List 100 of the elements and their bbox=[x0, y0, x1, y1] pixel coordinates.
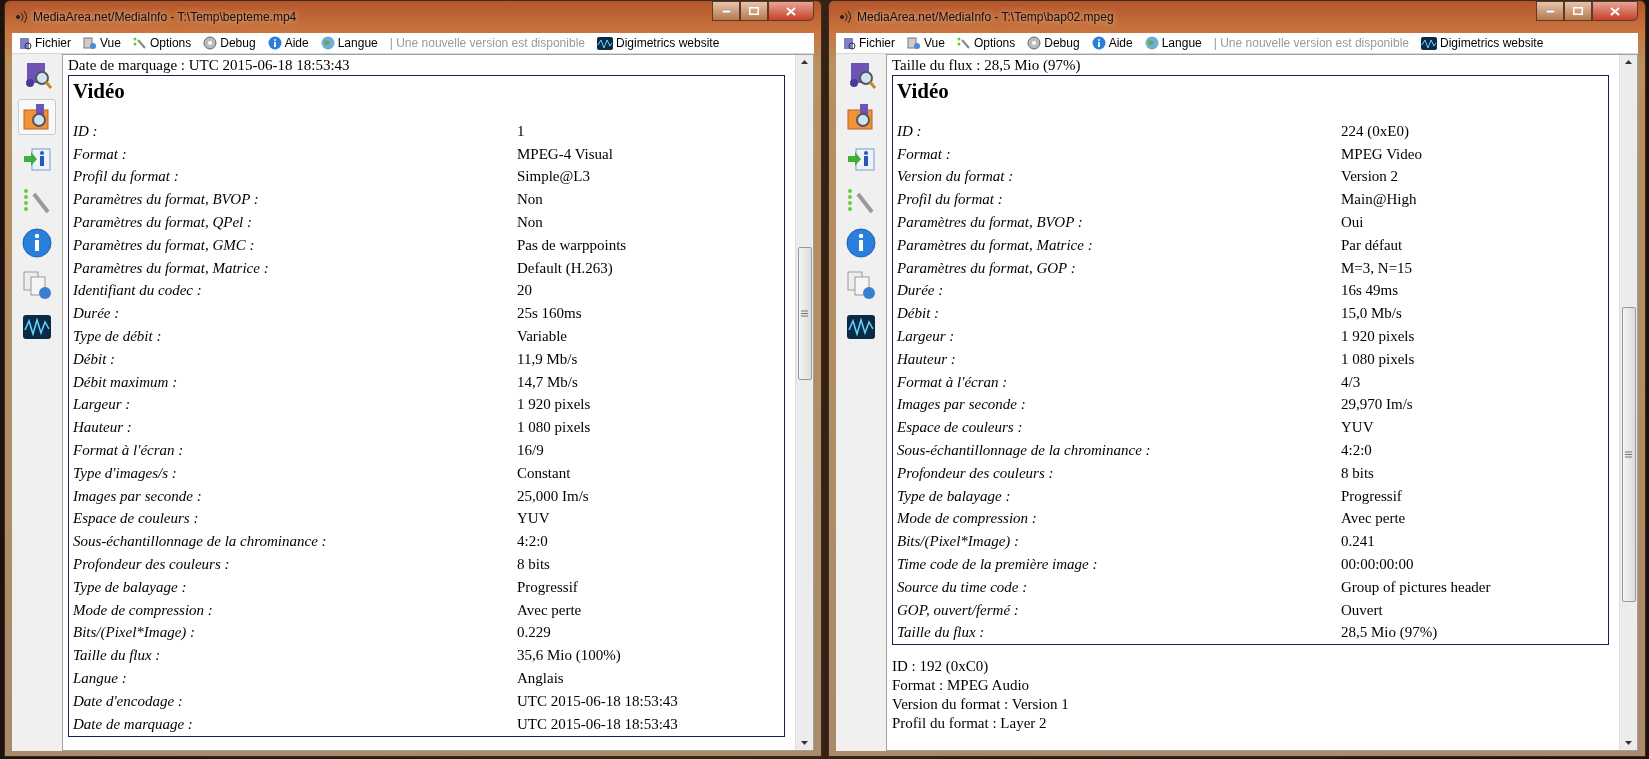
wrench-icon bbox=[132, 36, 147, 50]
field-value: 1 080 pixels bbox=[1341, 350, 1415, 368]
field-value: Variable bbox=[517, 328, 567, 346]
field-value: Pas de warppoints bbox=[517, 236, 627, 254]
folder-magnifier-icon bbox=[846, 102, 876, 132]
view-icon bbox=[907, 36, 921, 50]
field-label: Hauteur : bbox=[73, 419, 133, 437]
wrench-list-icon bbox=[846, 186, 876, 216]
field-label: Paramètres du format, Matrice : bbox=[73, 259, 270, 277]
field-value: 1 920 pixels bbox=[517, 396, 591, 414]
field-value: Default (H.263) bbox=[517, 259, 613, 277]
field-value: 25s 160ms bbox=[517, 305, 582, 323]
field-label: Paramètres du format, GOP : bbox=[897, 259, 1077, 277]
menu-item[interactable]: Options bbox=[956, 36, 1016, 50]
field-value: Avec perte bbox=[517, 601, 582, 619]
field-value: 25,000 Im/s bbox=[517, 487, 589, 505]
field-label: Espace de couleurs : bbox=[73, 510, 200, 528]
menu-item[interactable]: Vue bbox=[907, 36, 945, 50]
field-value: Version 2 bbox=[1341, 168, 1399, 186]
update-notice: | Une nouvelle version est disponible bbox=[389, 36, 585, 50]
field-label: Langue : bbox=[73, 670, 128, 687]
field-label: Sous-échantillonnage de la chrominance : bbox=[897, 442, 1152, 460]
maximize-icon bbox=[1573, 7, 1583, 15]
field-value: 1 080 pixels bbox=[517, 419, 591, 437]
field-value: 1 bbox=[517, 122, 525, 140]
scroll-up-icon[interactable] bbox=[801, 60, 808, 64]
field-value: 8 bits bbox=[1341, 464, 1374, 482]
field-value: 0.241 bbox=[1341, 533, 1375, 551]
globe-icon bbox=[1144, 36, 1159, 50]
minimize-button[interactable] bbox=[1536, 1, 1564, 21]
field-label: Paramètres du format, GMC : bbox=[73, 236, 256, 254]
field-value: Avec perte bbox=[1341, 510, 1406, 528]
field-value: Par défaut bbox=[1341, 236, 1403, 254]
minimize-button[interactable] bbox=[712, 1, 740, 21]
field-label: Mode de compression : bbox=[897, 510, 1038, 528]
menu-item[interactable]: Fichier bbox=[18, 36, 71, 50]
menu-item[interactable]: Aide bbox=[267, 36, 309, 50]
field-label: Débit : bbox=[73, 350, 117, 368]
field-value: Ouvert bbox=[1341, 601, 1383, 619]
info-line: ID : 192 (0xC0) bbox=[892, 657, 990, 677]
maximize-button[interactable] bbox=[1564, 1, 1592, 21]
field-value: Oui bbox=[1341, 214, 1364, 232]
field-label: Format : bbox=[73, 145, 128, 163]
field-label: Format à l'écran : bbox=[897, 373, 1009, 391]
wrench-icon bbox=[956, 36, 971, 50]
scroll-thumb[interactable] bbox=[797, 247, 812, 380]
field-label: Date d'encodage : bbox=[73, 692, 184, 710]
field-label: Type de balayage : bbox=[897, 487, 1012, 505]
field-label: ID : bbox=[73, 122, 99, 140]
field-label: Taille du flux : bbox=[73, 647, 162, 665]
waveform-icon bbox=[1420, 36, 1437, 50]
section-title: Vidéo bbox=[73, 78, 126, 105]
maximize-button[interactable] bbox=[740, 1, 768, 21]
website-link[interactable]: Digimetrics website bbox=[596, 36, 720, 50]
sidebar-button[interactable] bbox=[18, 99, 56, 135]
field-label: Version du format : bbox=[897, 168, 1015, 186]
menu-item[interactable]: Fichier bbox=[842, 36, 895, 50]
scroll-up-icon[interactable] bbox=[1625, 60, 1632, 64]
section-title: Vidéo bbox=[897, 78, 950, 105]
field-value: 14,7 Mb/s bbox=[517, 373, 578, 391]
field-label: Type de débit : bbox=[73, 328, 163, 346]
field-value: UTC 2015-06-18 18:53:43 bbox=[517, 692, 678, 710]
wrench-list-icon bbox=[22, 186, 52, 216]
menu-item[interactable]: Langue bbox=[1144, 36, 1202, 50]
field-value: M=3, N=15 bbox=[1341, 259, 1413, 277]
menu-item[interactable]: Vue bbox=[83, 36, 121, 50]
window-title: MediaArea.net/MediaInfo - T:\Temp\bepteme.mp4 bbox=[33, 10, 298, 24]
field-value: Progressif bbox=[517, 578, 578, 596]
app-icon bbox=[14, 10, 28, 24]
field-value: Main@High bbox=[1341, 191, 1417, 209]
waveform-icon bbox=[596, 36, 613, 50]
scroll-thumb[interactable] bbox=[1621, 307, 1636, 602]
scrollbar[interactable] bbox=[795, 55, 813, 750]
field-label: Profil du format : bbox=[897, 191, 1004, 209]
maximize-icon bbox=[749, 7, 759, 15]
menu-item[interactable]: Debug bbox=[203, 36, 256, 50]
website-link[interactable]: Digimetrics website bbox=[1420, 36, 1544, 50]
menu-item[interactable]: Aide bbox=[1091, 36, 1133, 50]
scroll-down-icon[interactable] bbox=[1625, 741, 1632, 745]
field-label: Hauteur : bbox=[897, 350, 957, 368]
menu-item[interactable]: Options bbox=[132, 36, 192, 50]
field-label: Mode de compression : bbox=[73, 601, 214, 619]
field-value: 16/9 bbox=[517, 442, 544, 460]
window-title: MediaArea.net/MediaInfo - T:\Temp\bap02.mpeg bbox=[857, 10, 1115, 24]
field-label: Profil du format : bbox=[73, 168, 180, 186]
close-icon bbox=[786, 6, 796, 16]
close-button[interactable] bbox=[1592, 1, 1638, 21]
info-icon bbox=[846, 228, 876, 258]
field-value: 16s 49ms bbox=[1341, 282, 1399, 300]
field-label: Paramètres du format, QPel : bbox=[73, 214, 253, 232]
field-value: 20 bbox=[517, 282, 532, 300]
close-button[interactable] bbox=[768, 1, 814, 21]
menu-item[interactable]: Langue bbox=[320, 36, 378, 50]
scroll-down-icon[interactable] bbox=[801, 741, 808, 745]
field-value: YUV bbox=[1341, 419, 1374, 437]
field-value: 29,970 Im/s bbox=[1341, 396, 1413, 414]
info-line: Format : MPEG Audio bbox=[892, 676, 1031, 696]
scrollbar[interactable] bbox=[1619, 55, 1637, 750]
field-value: Anglais bbox=[517, 670, 564, 687]
menu-item[interactable]: Debug bbox=[1027, 36, 1080, 50]
